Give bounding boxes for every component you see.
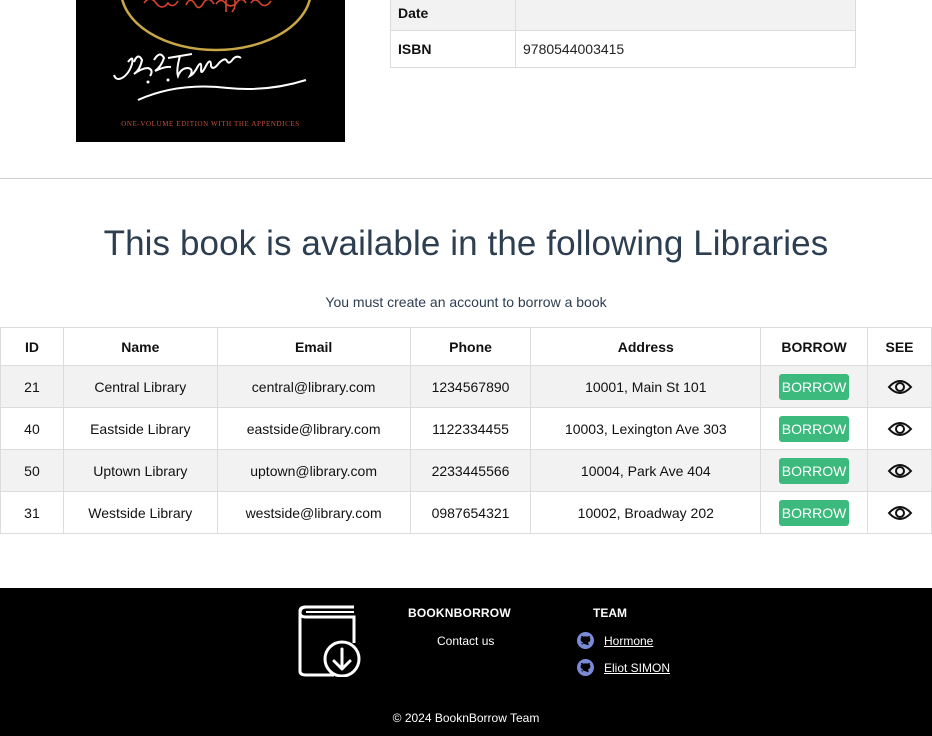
borrow-cell: BORROW — [760, 407, 869, 450]
borrow-button[interactable]: BORROW — [778, 499, 850, 526]
eye-icon[interactable] — [887, 377, 913, 397]
library-phone: 0987654321 — [409, 491, 532, 534]
libraries-table: ID Name Email Phone Address BORROW SEE 2… — [0, 327, 932, 534]
column-header-id: ID — [0, 327, 64, 366]
library-name: Uptown Library — [62, 449, 218, 492]
library-name: Westside Library — [62, 491, 218, 534]
column-header-address: Address — [530, 327, 762, 366]
detail-label: ISBN — [390, 30, 516, 68]
see-cell — [867, 407, 932, 450]
borrow-button[interactable]: BORROW — [778, 373, 850, 400]
table-row: 31 Westside Library westside@library.com… — [0, 491, 932, 534]
borrow-cell: BORROW — [760, 365, 869, 408]
book-details-table: Date ISBN 9780544003415 — [390, 0, 856, 68]
table-row: 50 Uptown Library uptown@library.com 223… — [0, 449, 932, 492]
library-phone: 1234567890 — [409, 365, 532, 408]
detail-row-isbn: ISBN 9780544003415 — [390, 30, 856, 68]
detail-value: 9780544003415 — [515, 30, 856, 68]
library-email: uptown@library.com — [216, 449, 411, 492]
library-email: westside@library.com — [216, 491, 411, 534]
detail-value — [515, 0, 856, 31]
book-cover-image: ONE-VOLUME EDITION WITH THE APPENDICES — [76, 0, 345, 142]
section-divider — [0, 178, 932, 179]
contact-us-link[interactable]: Contact us — [437, 634, 494, 648]
detail-row-date: Date — [390, 0, 856, 31]
library-email: eastside@library.com — [216, 407, 411, 450]
eye-icon[interactable] — [887, 503, 913, 523]
library-address: 10003, Lexington Ave 303 — [530, 407, 762, 450]
footer-brand-title: BOOKNBORROW — [408, 606, 511, 620]
library-address: 10001, Main St 101 — [530, 365, 762, 408]
github-icon — [577, 632, 594, 649]
borrow-button[interactable]: BORROW — [778, 457, 850, 484]
eye-icon[interactable] — [887, 419, 913, 439]
column-header-see: SEE — [867, 327, 932, 366]
team-member: Hormone — [577, 632, 653, 649]
library-name: Eastside Library — [62, 407, 218, 450]
borrow-cell: BORROW — [760, 449, 869, 492]
library-phone: 1122334455 — [409, 407, 532, 450]
library-address: 10002, Broadway 202 — [530, 491, 762, 534]
book-download-logo-icon — [298, 605, 361, 677]
cover-caption: ONE-VOLUME EDITION WITH THE APPENDICES — [121, 120, 300, 128]
table-row: 40 Eastside Library eastside@library.com… — [0, 407, 932, 450]
library-id: 31 — [0, 491, 64, 534]
account-notice: You must create an account to borrow a b… — [325, 294, 607, 310]
column-header-email: Email — [216, 327, 411, 366]
library-address: 10004, Park Ave 404 — [530, 449, 762, 492]
team-member: Eliot SIMON — [577, 659, 670, 676]
copyright: © 2024 BooknBorrow Team — [392, 711, 540, 725]
column-header-borrow: BORROW — [760, 327, 869, 366]
footer-team-title: TEAM — [593, 606, 627, 620]
team-member-link-eliot-simon[interactable]: Eliot SIMON — [604, 661, 670, 675]
library-phone: 2233445566 — [409, 449, 532, 492]
see-cell — [867, 365, 932, 408]
eye-icon[interactable] — [887, 461, 913, 481]
github-icon — [577, 659, 594, 676]
library-id: 21 — [0, 365, 64, 408]
team-member-link-hormone[interactable]: Hormone — [604, 634, 653, 648]
table-header-row: ID Name Email Phone Address BORROW SEE — [0, 327, 932, 366]
detail-label: Date — [390, 0, 516, 31]
library-name: Central Library — [62, 365, 218, 408]
libraries-heading: This book is available in the following … — [103, 224, 829, 263]
column-header-name: Name — [62, 327, 218, 366]
library-email: central@library.com — [216, 365, 411, 408]
book-section: ONE-VOLUME EDITION WITH THE APPENDICES D… — [0, 0, 932, 179]
see-cell — [867, 491, 932, 534]
borrow-cell: BORROW — [760, 491, 869, 534]
table-row: 21 Central Library central@library.com 1… — [0, 365, 932, 408]
library-id: 40 — [0, 407, 64, 450]
column-header-phone: Phone — [409, 327, 532, 366]
library-id: 50 — [0, 449, 64, 492]
borrow-button[interactable]: BORROW — [778, 415, 850, 442]
footer: BOOKNBORROW Contact us TEAM Hormone Elio… — [0, 588, 932, 736]
see-cell — [867, 449, 932, 492]
